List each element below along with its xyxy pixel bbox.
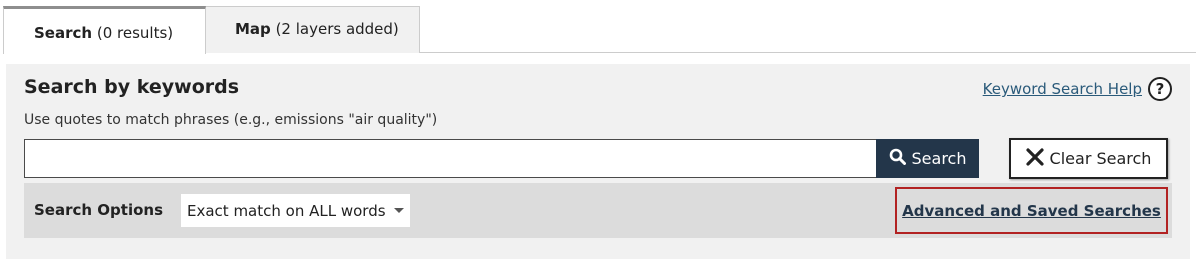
clear-search-label: Clear Search [1049,149,1152,168]
search-icon [889,148,906,169]
close-icon [1025,147,1044,170]
match-mode-value: Exact match on ALL words [187,201,386,220]
search-input[interactable] [24,139,877,178]
advanced-saved-searches-link[interactable]: Advanced and Saved Searches [902,202,1161,220]
tab-search[interactable]: Search (0 results) [3,6,206,54]
tab-map-count: (2 layers added) [270,20,399,38]
advanced-searches-highlight: Advanced and Saved Searches [895,187,1168,234]
tab-map-label: Map [235,20,271,38]
search-options-bar: Search Options Exact match on ALL words … [24,183,1172,238]
search-button-label: Search [911,149,967,168]
keyword-search-panel: Search by keywords Keyword Search Help ?… [6,64,1190,259]
search-hint: Use quotes to match phrases (e.g., emiss… [24,112,438,128]
help-icon[interactable]: ? [1148,77,1172,101]
tab-search-count: (0 results) [92,24,174,42]
clear-search-button[interactable]: Clear Search [1009,138,1168,179]
match-mode-select[interactable]: Exact match on ALL words [181,194,410,227]
caret-down-icon [393,208,404,213]
keyword-search-help-link[interactable]: Keyword Search Help [983,80,1142,98]
search-options-label: Search Options [34,201,164,219]
panel-title: Search by keywords [24,76,240,98]
tab-search-label: Search [34,24,93,42]
tab-map[interactable]: Map (2 layers added) [206,6,420,53]
tab-bar: Search (0 results) Map (2 layers added) [0,0,1196,54]
keyword-help: Keyword Search Help ? [983,76,1172,102]
search-button[interactable]: Search [876,139,979,178]
